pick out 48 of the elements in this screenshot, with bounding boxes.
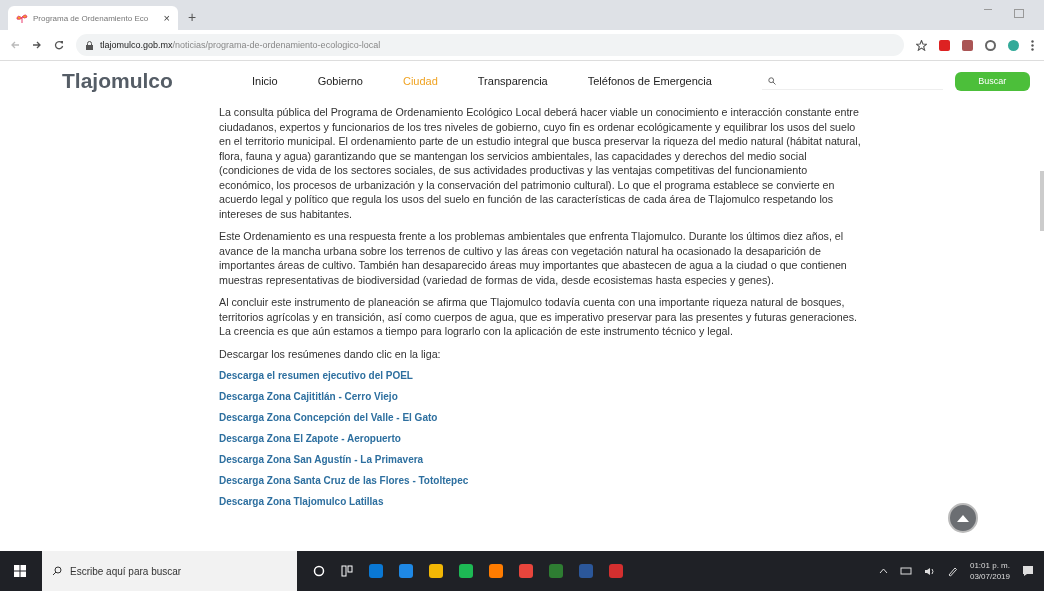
- notification-icon[interactable]: [1022, 565, 1034, 577]
- network-icon[interactable]: [899, 566, 912, 576]
- download-link[interactable]: Descarga Zona Santa Cruz de las Flores - Totoltepec: [219, 474, 469, 487]
- search-placeholder: Escribe aquí para buscar: [70, 565, 182, 577]
- download-link[interactable]: Descarga Zona Cajititlán - Cerro Viejo: [219, 390, 398, 403]
- extension-icon[interactable]: [939, 39, 950, 51]
- download-link[interactable]: Descarga Zona Concepción del Valle - El Gato: [219, 411, 438, 424]
- task-view-icon[interactable]: [341, 565, 353, 577]
- menu-icon[interactable]: [1031, 39, 1034, 51]
- arrow-up-icon: [956, 513, 970, 523]
- leaf-icon: [16, 13, 28, 23]
- browser-tab[interactable]: Programa de Ordenamiento Eco ×: [8, 6, 178, 30]
- download-link[interactable]: Descarga Zona Tlajomulco Latillas: [219, 495, 384, 508]
- star-icon[interactable]: [916, 39, 927, 51]
- chevron-up-icon[interactable]: [878, 568, 888, 574]
- download-link[interactable]: Descarga Zona El Zapote - Aeropuerto: [219, 432, 401, 445]
- download-link[interactable]: Descarga el resumen ejecutivo del POEL: [219, 369, 413, 382]
- extension-icon[interactable]: [962, 39, 973, 51]
- search-icon: [767, 76, 776, 85]
- paragraph: Este Ordenamiento es una respuesta frente a los problemas ambientales que enfrenta Tlajomulco. Durante los últimos diez años, el avance de la mancha urbana sobre los terrenos de cultivo y las áreas con vegetación natural ha ocasionado la desaparición de importantes áreas de cultivo. También han desaparecido áreas muy importantes que abastecen de agua a la ciudad o que contienen muestras representativas de biodiversidad (variedad de formas de vida, desde ecosistemas hasta especies y genes).: [219, 229, 848, 287]
- paragraph: La consulta pública del Programa de Ordenamiento Ecológico Local deberá hacer viable un conocimiento e interacción constante entre ciudadanos, expertos y funcionarios de los tres niveles de gobierno, cuyo fin es ordenar ecológicamente y equilibrar los usos del suelo en el territorio municipal. El ordenamiento parte de un estudio integral que busca preservar la riqueza del medio natural (hábitat natural, flora, fauna y agua) garantizando que se mantengan los servicios ambientales, las capacidades y derechos del medio social (condiciones de vida de los sectores sociales, de sus actividades productivas y las ventajas competitivas del funcionamiento económico, los procesos de urbanización y la conservación del patrimonio cultural). Lo que el programa establece se convierte en acuerdo legal y político que regula los usos del suelo en función de las características de cada área de Tlajomulco respetando los intereses de sus habitantes.: [219, 105, 862, 221]
- forward-arrow-icon[interactable]: [32, 40, 42, 50]
- tab-title: Programa de Ordenamiento Eco: [33, 13, 150, 23]
- speaker-icon[interactable]: [923, 566, 935, 576]
- lock-icon: [86, 40, 93, 50]
- clock-date[interactable]: 03/07/2019: [969, 571, 1010, 582]
- new-tab-button[interactable]: +: [188, 9, 197, 25]
- extension-icon[interactable]: [985, 39, 996, 51]
- search-icon: [52, 566, 62, 576]
- url-text: tlajomulco.gob.mx/noticias/programa-de-ordenamiento-ecologico-local: [100, 40, 381, 50]
- nav-link[interactable]: Gobierno: [317, 75, 363, 87]
- close-icon[interactable]: ×: [163, 12, 170, 24]
- profile-avatar-icon[interactable]: [1008, 39, 1019, 51]
- cortana-icon[interactable]: [313, 565, 325, 577]
- paragraph: Al concluir este instrumento de planeación se afirma que Tlajomulco todavía cuenta con una importante riqueza natural de bosques, territorios agrícolas y en transición, así como cuerpos de agua, que es imperativo preservar para las presentes y futuras generaciones. La creencia es que aún estamos a tiempo para lograrlo con la aplicación de este instrumento técnico y legal.: [219, 295, 858, 339]
- download-link[interactable]: Descarga Zona San Agustín - La Primavera: [219, 453, 424, 466]
- site-logo[interactable]: Tlajomulco: [62, 69, 252, 93]
- windows-logo-icon[interactable]: [14, 565, 26, 577]
- paragraph: Descargar los resúmenes dando clic en la liga:: [219, 346, 442, 361]
- taskbar-search-field[interactable]: Escribe aquí para buscar: [42, 551, 297, 591]
- pen-icon[interactable]: [946, 565, 958, 577]
- clock-time[interactable]: 01:01 p. m.: [969, 560, 1010, 571]
- scroll-to-top-button[interactable]: [948, 503, 978, 533]
- reload-icon[interactable]: [54, 40, 64, 50]
- nav-link[interactable]: Transparencia: [477, 75, 548, 87]
- nav-link[interactable]: Inicio: [252, 75, 278, 87]
- nav-link[interactable]: Teléfonos de Emergencia: [587, 75, 712, 87]
- address-bar[interactable]: tlajomulco.gob.mx/noticias/programa-de-ordenamiento-ecologico-local: [76, 34, 904, 56]
